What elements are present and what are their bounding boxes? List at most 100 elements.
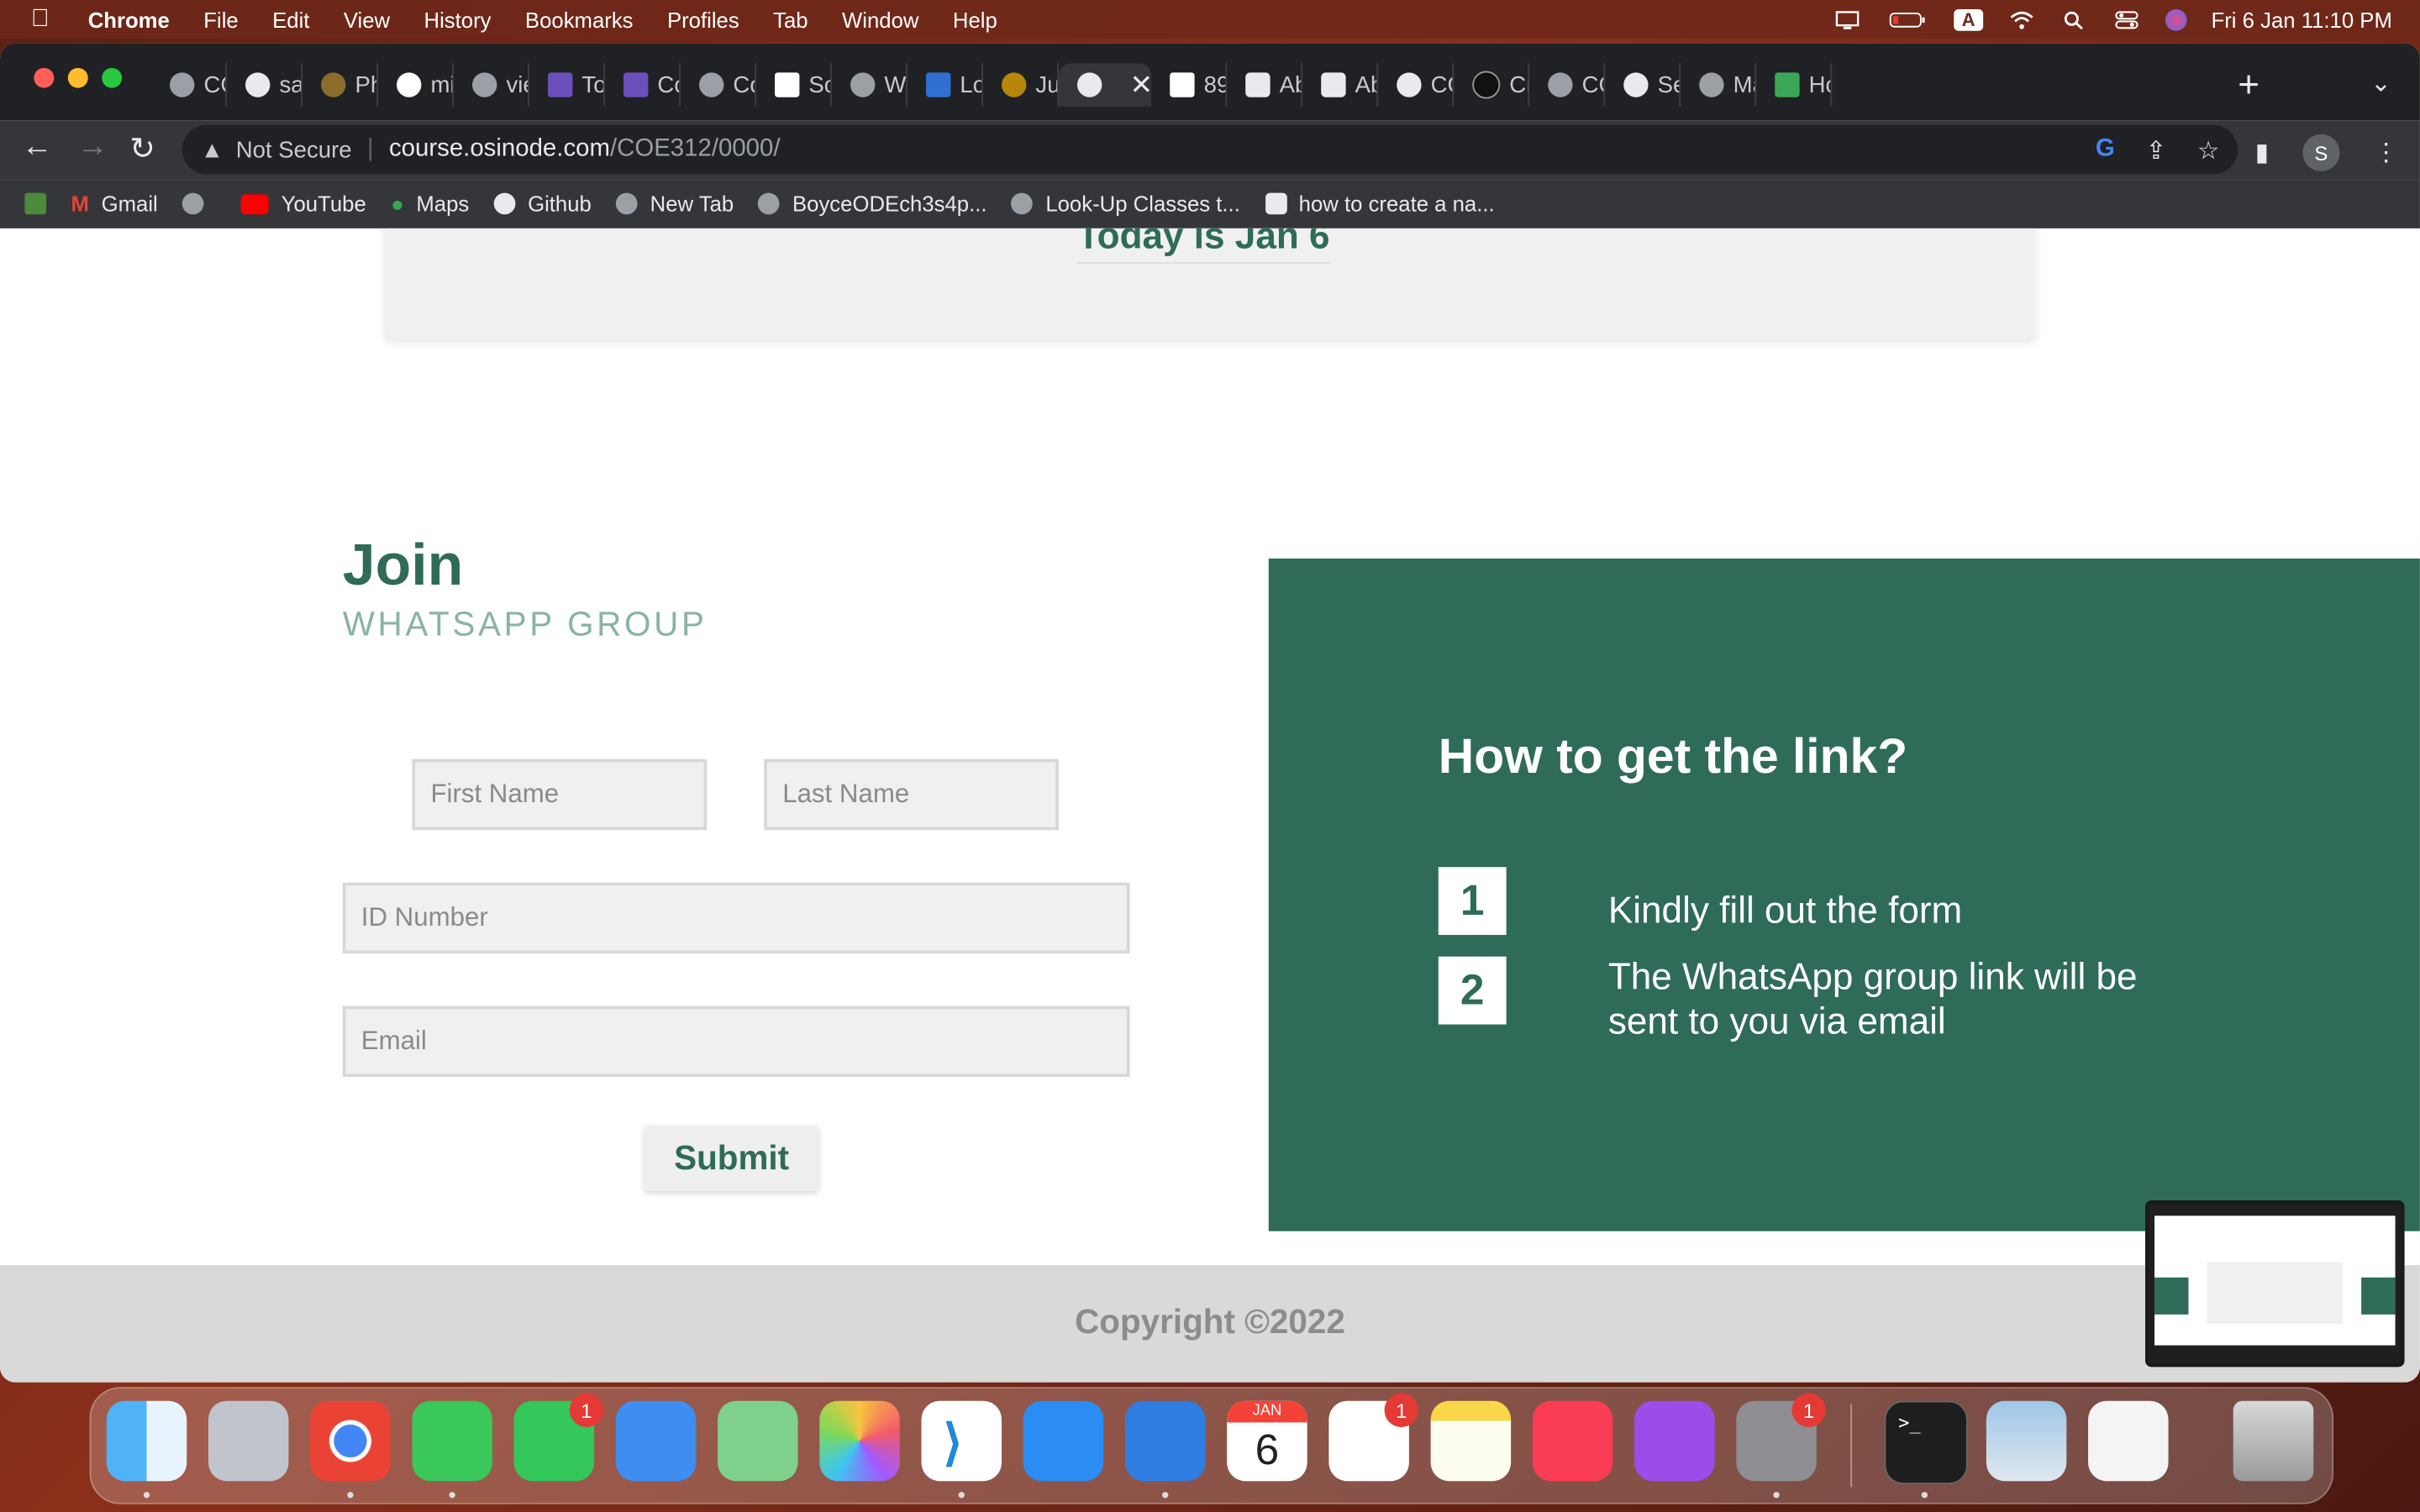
- podcasts-icon[interactable]: [1634, 1400, 1715, 1482]
- battery-icon[interactable]: [1886, 10, 1929, 29]
- last-name-field[interactable]: [764, 759, 1059, 831]
- menu-profiles[interactable]: Profiles: [650, 7, 756, 31]
- email-field[interactable]: [342, 1005, 1130, 1078]
- launchpad-icon[interactable]: [208, 1400, 289, 1482]
- messages-icon[interactable]: [412, 1400, 492, 1482]
- mail-icon[interactable]: [615, 1400, 697, 1482]
- close-window-button[interactable]: [34, 67, 55, 88]
- tab-active[interactable]: ✕: [1058, 63, 1152, 107]
- tab[interactable]: To: [529, 63, 605, 107]
- back-arrow-icon[interactable]: ←: [22, 129, 53, 165]
- tab-favicon: [1775, 72, 1800, 97]
- tab[interactable]: Ab: [1227, 63, 1303, 107]
- bookmark-star-icon[interactable]: ☆: [2197, 136, 2219, 167]
- url-host[interactable]: course.osinode.com: [389, 136, 610, 164]
- apps-icon[interactable]: [24, 192, 47, 215]
- bookmark-new-tab[interactable]: New Tab: [616, 192, 734, 216]
- menu-bookmarks[interactable]: Bookmarks: [508, 7, 650, 31]
- tab[interactable]: So: [756, 63, 832, 107]
- tab[interactable]: CC: [1378, 63, 1455, 107]
- tab[interactable]: CC: [1529, 63, 1606, 107]
- tab[interactable]: We: [832, 63, 908, 107]
- screenshot-thumbnail[interactable]: [2145, 1200, 2405, 1368]
- control-center-icon[interactable]: [2112, 10, 2140, 29]
- tab[interactable]: Lo: [908, 63, 983, 107]
- tab[interactable]: sal: [227, 63, 302, 107]
- display-icon[interactable]: [1833, 10, 1861, 29]
- menu-history[interactable]: History: [407, 7, 508, 31]
- url-path[interactable]: /COE312/0000/: [610, 136, 781, 164]
- maps-icon[interactable]: [718, 1400, 798, 1482]
- side-panel-icon[interactable]: ▮: [2255, 137, 2269, 168]
- profile-avatar[interactable]: S: [2302, 134, 2340, 171]
- finder-icon[interactable]: [106, 1400, 187, 1482]
- notes-icon[interactable]: [1430, 1400, 1512, 1482]
- more-menu-icon[interactable]: ⋮: [2374, 137, 2398, 168]
- forward-arrow-icon[interactable]: →: [77, 129, 108, 165]
- vscode-icon[interactable]: ⟩: [921, 1400, 1002, 1482]
- apple-menu-icon[interactable]: : [0, 5, 71, 33]
- tab-search-chevron-down-icon[interactable]: ⌄: [2370, 68, 2391, 99]
- tab[interactable]: Co: [605, 63, 681, 107]
- app-store-icon[interactable]: [1023, 1400, 1104, 1482]
- bookmark-how-to-create[interactable]: how to create a na...: [1265, 192, 1495, 216]
- bookmark-youtube[interactable]: YouTube: [240, 192, 366, 216]
- menu-edit[interactable]: Edit: [255, 7, 327, 31]
- submit-button[interactable]: Submit: [644, 1126, 818, 1191]
- address-bar[interactable]: ▲ Not Secure | course.osinode.com/COE312…: [182, 124, 2238, 175]
- bookmark-maps[interactable]: ● Maps: [391, 192, 469, 216]
- apps-grid-icon: [24, 192, 47, 215]
- tab[interactable]: Ho: [1756, 63, 1833, 107]
- google-lens-icon[interactable]: G: [2096, 136, 2115, 167]
- wifi-icon[interactable]: [2007, 10, 2035, 29]
- music-icon[interactable]: [1532, 1400, 1613, 1482]
- input-source-indicator[interactable]: A: [1954, 8, 1983, 30]
- page-footer: Copyright ©2022: [0, 1265, 2420, 1383]
- textedit-icon[interactable]: [2088, 1400, 2169, 1482]
- calendar-icon[interactable]: JAN 6: [1227, 1400, 1307, 1482]
- first-name-field[interactable]: [412, 759, 708, 831]
- trash-icon[interactable]: [2233, 1400, 2314, 1482]
- tab[interactable]: mi: [378, 63, 454, 107]
- menu-tab[interactable]: Tab: [756, 7, 825, 31]
- tab[interactable]: Se: [1605, 63, 1681, 107]
- zoom-window-button[interactable]: [102, 67, 123, 88]
- new-tab-plus-icon[interactable]: +: [2238, 65, 2260, 108]
- tab[interactable]: Ab: [1302, 63, 1379, 107]
- spotlight-search-icon[interactable]: [2060, 10, 2088, 29]
- bookmark-globe[interactable]: [182, 192, 216, 215]
- minimize-window-button[interactable]: [67, 67, 88, 88]
- tab[interactable]: Cr: [1454, 63, 1530, 107]
- tab[interactable]: Ma: [1681, 63, 1757, 107]
- share-icon[interactable]: ⇪: [2145, 136, 2166, 167]
- bookmark-boyce[interactable]: BoyceODEch3s4p...: [758, 192, 987, 216]
- xcode-icon[interactable]: [1124, 1400, 1206, 1482]
- chrome-icon[interactable]: [310, 1400, 391, 1482]
- menu-view[interactable]: View: [327, 7, 408, 31]
- browser-toolbar: ← → ↻ ▲ Not Secure | course.osinode.com /…: [0, 120, 2420, 180]
- bookmark-gmail[interactable]: M Gmail: [71, 192, 157, 216]
- reload-icon[interactable]: ↻: [129, 129, 155, 168]
- siri-icon[interactable]: [2165, 8, 2187, 30]
- photos-icon[interactable]: [819, 1400, 900, 1482]
- warning-triangle-icon[interactable]: ▲: [201, 137, 224, 163]
- menu-window[interactable]: Window: [825, 7, 936, 31]
- security-status[interactable]: Not Secure: [236, 137, 352, 163]
- preview-icon[interactable]: [1986, 1400, 2067, 1482]
- menu-file[interactable]: File: [187, 7, 255, 31]
- close-tab-icon[interactable]: ✕: [1129, 69, 1151, 102]
- tab[interactable]: 89: [1151, 63, 1228, 107]
- terminal-icon[interactable]: >_: [1884, 1400, 1968, 1484]
- id-number-field[interactable]: [342, 882, 1130, 954]
- gmail-icon: M: [71, 191, 89, 217]
- tab[interactable]: vie: [454, 63, 529, 107]
- menu-app-name[interactable]: Chrome: [71, 7, 187, 31]
- tab[interactable]: Ph: [302, 63, 378, 107]
- tab[interactable]: Ju: [983, 63, 1059, 107]
- tab[interactable]: CC: [151, 63, 227, 107]
- tab[interactable]: Co: [681, 63, 756, 107]
- menubar-clock[interactable]: Fri 6 Jan 11:10 PM: [2212, 7, 2392, 31]
- bookmark-lookup-classes[interactable]: Look-Up Classes t...: [1011, 192, 1240, 216]
- menu-help[interactable]: Help: [936, 7, 1014, 31]
- bookmark-github[interactable]: Github: [493, 192, 592, 216]
